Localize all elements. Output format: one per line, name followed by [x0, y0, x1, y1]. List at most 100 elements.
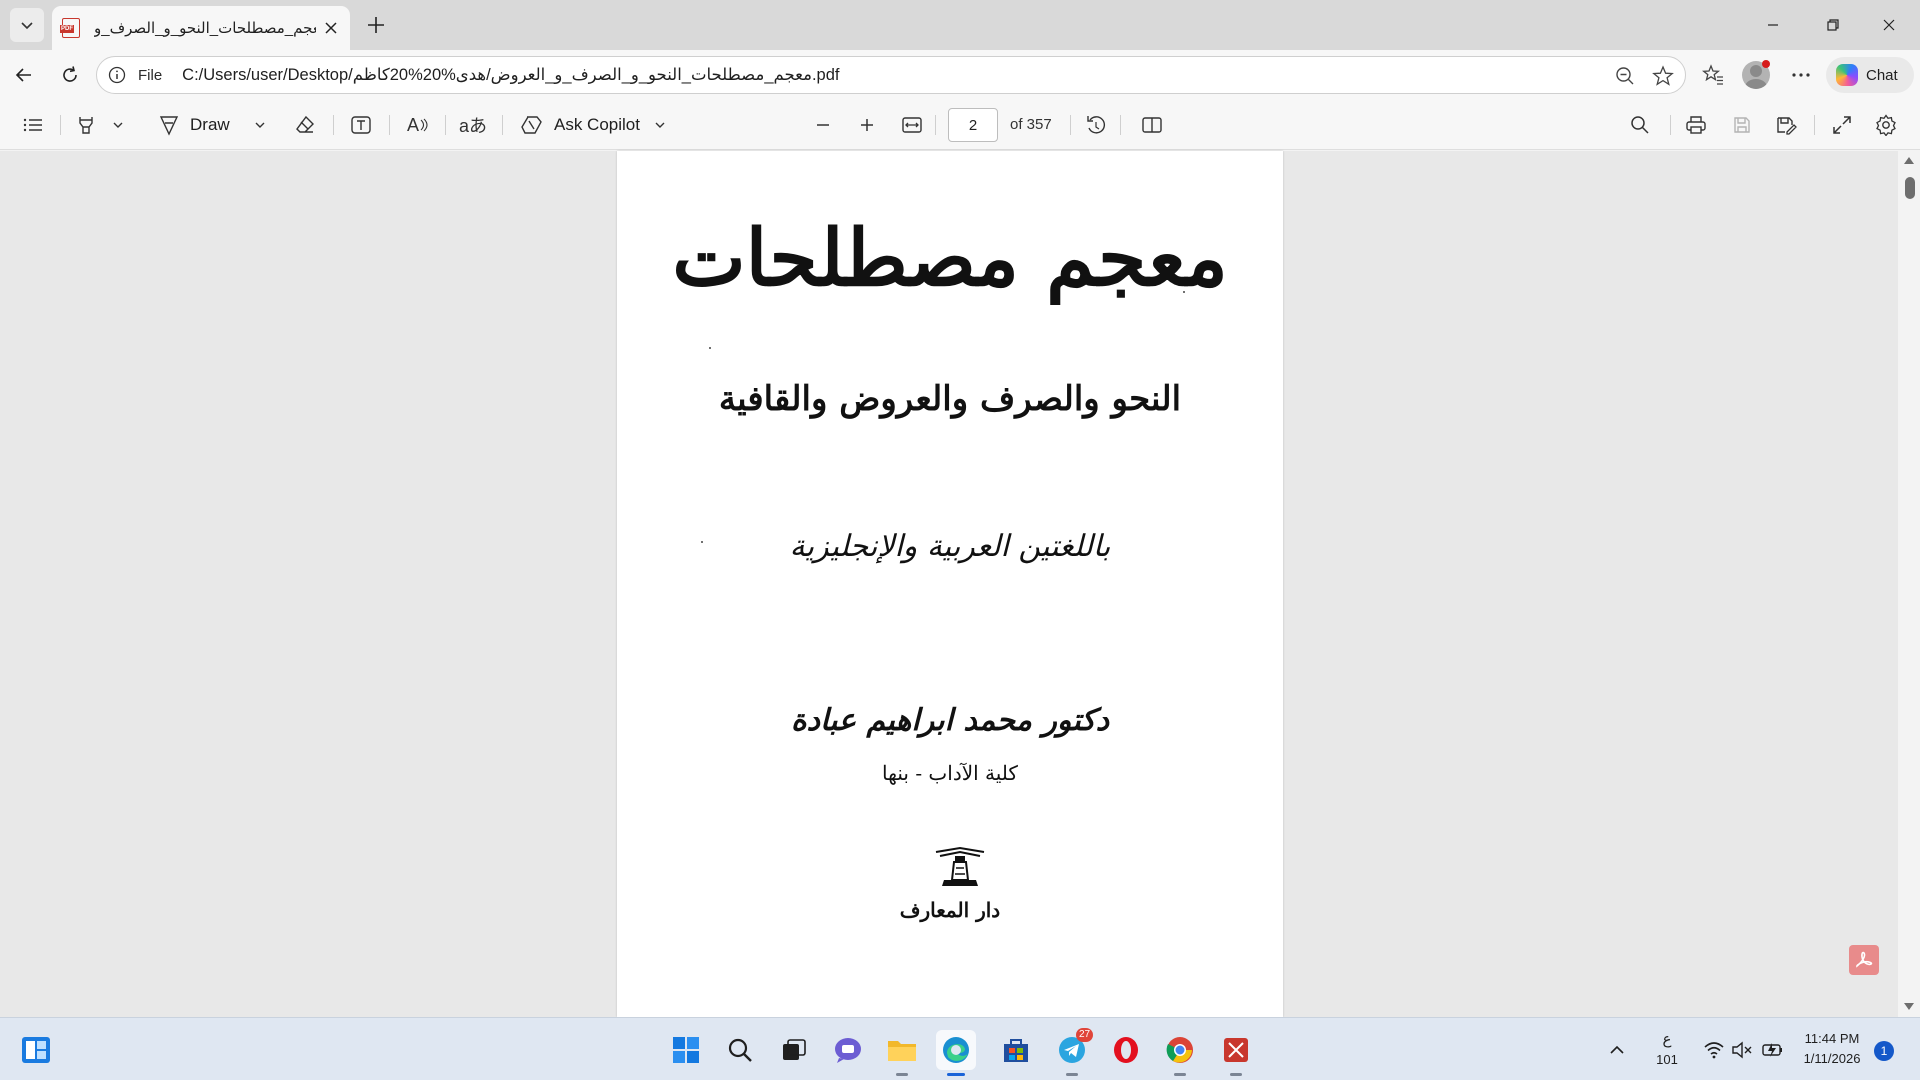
clock-time[interactable]: 11:44 PM [1792, 1031, 1872, 1046]
toolbar-divider [333, 115, 334, 135]
battery-charging-icon[interactable] [1758, 1030, 1788, 1070]
chevron-down-icon[interactable] [652, 113, 668, 137]
book-subtitle: النحو والصرف والعروض والقافية [718, 379, 1182, 419]
draw-pen-icon [159, 116, 179, 136]
notification-count-badge[interactable]: 1 [1874, 1041, 1894, 1061]
highlight-icon[interactable] [74, 113, 98, 137]
site-info-icon[interactable] [107, 65, 127, 85]
tab-actions-menu-button[interactable] [10, 8, 44, 42]
pdf-reader-icon[interactable] [1216, 1030, 1256, 1076]
print-icon[interactable] [1684, 113, 1708, 137]
new-tab-button[interactable] [362, 11, 390, 39]
browser-tab[interactable]: PDF معجم_مصطلحات_النحو_و_الصرف_و [52, 6, 350, 50]
read-aloud-icon[interactable]: A [404, 113, 432, 137]
page-number-input[interactable]: 2 [948, 108, 998, 142]
save-icon-disabled[interactable] [1730, 113, 1754, 137]
chat-app-icon[interactable] [828, 1030, 868, 1070]
draw-button[interactable]: Draw [158, 113, 230, 137]
toolbar-divider [935, 115, 936, 135]
more-options-icon[interactable] [1788, 62, 1814, 88]
pdf-page: معجم مصطلحات النحو والصرف والعروض والقاف… [617, 151, 1283, 1017]
fullscreen-icon[interactable] [1830, 113, 1854, 137]
search-icon[interactable] [720, 1030, 760, 1070]
page-count-label: of 357 [1010, 116, 1052, 133]
opera-icon[interactable] [1106, 1030, 1146, 1070]
address-bar[interactable]: File C:/Users/user/Desktop/معجم_مصطلحات_… [96, 56, 1686, 94]
toolbar-divider [502, 115, 503, 135]
add-text-icon[interactable] [348, 113, 374, 137]
minimize-icon [1768, 24, 1778, 26]
task-view-icon[interactable] [774, 1030, 814, 1070]
chevron-down-icon[interactable] [252, 113, 268, 137]
toolbar-divider [445, 115, 446, 135]
refresh-button[interactable] [54, 59, 86, 91]
profile-alert-dot [1762, 60, 1770, 68]
url-scheme-label: File [138, 66, 163, 84]
back-button[interactable] [8, 59, 40, 91]
input-language-indicator[interactable]: ع [1656, 1030, 1678, 1048]
publisher-name: دار المعارف [899, 898, 1001, 922]
fit-to-width-icon[interactable] [900, 113, 924, 137]
translate-icon[interactable]: aあ [458, 113, 488, 137]
close-icon [325, 22, 337, 34]
rotate-icon[interactable] [1084, 113, 1108, 137]
file-explorer-icon[interactable] [882, 1030, 922, 1076]
acrobat-icon[interactable] [1849, 945, 1879, 975]
toolbar-divider [1814, 115, 1815, 135]
scan-speck [709, 347, 711, 349]
toolbar-divider [60, 115, 61, 135]
tab-close-button[interactable] [322, 19, 340, 37]
chevron-down-icon[interactable] [110, 113, 126, 137]
url-text[interactable]: C:/Users/user/Desktop/معجم_مصطلحات_النحو… [182, 65, 839, 85]
contents-list-icon[interactable] [20, 113, 46, 137]
running-indicator [896, 1073, 908, 1076]
speaker-muted-icon[interactable] [1728, 1030, 1756, 1070]
scroll-down-arrow-icon[interactable] [1904, 1003, 1914, 1010]
running-indicator [1066, 1073, 1078, 1076]
author-affiliation: كلية الآداب - بنها [882, 761, 1018, 785]
telegram-icon[interactable]: 27 [1052, 1028, 1094, 1076]
scroll-thumb[interactable] [1905, 177, 1915, 199]
favorite-star-icon[interactable] [1652, 65, 1674, 87]
vertical-scrollbar[interactable] [1898, 151, 1920, 1017]
save-as-icon[interactable] [1774, 113, 1798, 137]
input-layout-code: 101 [1656, 1052, 1678, 1067]
running-indicator [1174, 1073, 1186, 1076]
favorites-icon[interactable] [1700, 62, 1726, 88]
start-windows-icon[interactable] [666, 1030, 706, 1070]
close-window-button[interactable] [1866, 8, 1912, 42]
chevron-down-icon [21, 22, 33, 30]
eraser-icon[interactable] [292, 113, 318, 137]
search-icon[interactable] [1628, 113, 1652, 137]
address-row: File C:/Users/user/Desktop/معجم_مصطلحات_… [0, 50, 1920, 100]
plus-icon [368, 17, 384, 33]
restore-button[interactable] [1810, 8, 1856, 42]
restore-icon [1827, 19, 1839, 31]
chrome-icon[interactable] [1160, 1030, 1200, 1076]
edge-browser-icon[interactable] [936, 1030, 976, 1076]
pdf-toolbar: Draw A aあ Ask Copilot 2 of 357 [0, 100, 1920, 150]
windows-taskbar: 27 ع 101 11:44 PM 1/11/2026 1 [0, 1017, 1920, 1080]
toolbar-divider [1070, 115, 1071, 135]
copilot-chat-button[interactable]: Chat [1826, 57, 1914, 93]
show-hidden-icons-chevron-icon[interactable] [1604, 1030, 1630, 1070]
microsoft-store-icon[interactable] [996, 1030, 1036, 1070]
zoom-out-button[interactable] [812, 113, 834, 137]
minus-icon [817, 124, 829, 126]
zoom-out-indicator-icon[interactable] [1614, 65, 1636, 87]
running-indicator [947, 1073, 965, 1076]
book-author: دكتور محمد ابراهيم عبادة [790, 703, 1110, 738]
minimize-button[interactable] [1750, 8, 1796, 42]
ask-copilot-button[interactable]: Ask Copilot [520, 113, 640, 137]
tab-title: معجم_مصطلحات_النحو_و_الصرف_و [94, 20, 316, 37]
toolbar-divider [1670, 115, 1671, 135]
zoom-in-button[interactable] [856, 113, 878, 137]
wifi-icon[interactable] [1700, 1030, 1728, 1070]
clock-date[interactable]: 1/11/2026 [1792, 1051, 1872, 1066]
page-view-icon[interactable] [1140, 113, 1164, 137]
settings-gear-icon[interactable] [1874, 113, 1898, 137]
widgets-icon[interactable] [16, 1030, 56, 1070]
scroll-up-arrow-icon[interactable] [1904, 157, 1914, 164]
tab-strip: PDF معجم_مصطلحات_النحو_و_الصرف_و [0, 0, 1920, 50]
pdf-viewer: معجم مصطلحات النحو والصرف والعروض والقاف… [0, 151, 1920, 1017]
